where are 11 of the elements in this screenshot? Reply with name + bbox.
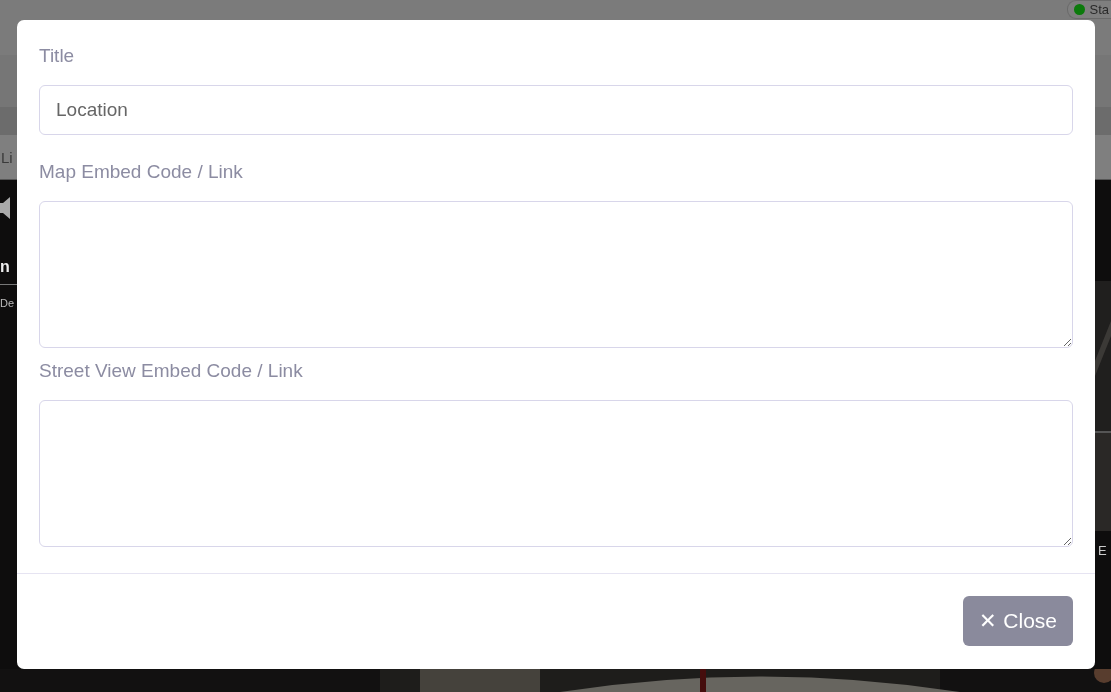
field-label: Title [39,44,76,68]
video-description: De [0,297,15,309]
close-button[interactable]: ✕ Close [963,596,1073,646]
text-field[interactable]: Location [39,85,1073,135]
side-label: E [1097,542,1108,558]
field-label: Map Embed Code / Link [39,160,244,184]
text-area[interactable] [39,201,1073,348]
field-label: Street View Embed Code / Link [39,359,304,383]
tab[interactable]: Li [0,148,13,166]
text-area[interactable] [39,400,1073,547]
status-indicator[interactable]: Sta [1067,0,1111,19]
